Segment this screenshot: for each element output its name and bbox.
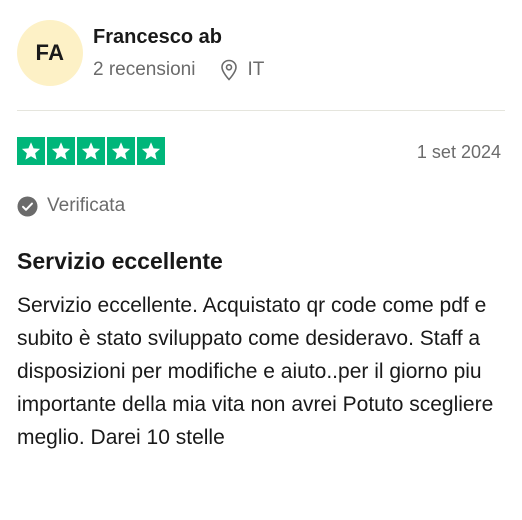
star-icon (77, 137, 105, 165)
review-card: FA Francesco ab 2 recensioni IT 1 set 20… (0, 0, 522, 520)
reviewer-meta: 2 recensioni IT (93, 58, 264, 82)
review-date: 1 set 2024 (416, 142, 501, 162)
review-body: Servizio eccellente. Acquistato qr code … (17, 294, 494, 449)
reviews-count: 2 recensioni (93, 59, 196, 80)
star-icon (137, 137, 165, 165)
divider (17, 110, 505, 111)
star-icon (107, 137, 135, 165)
star-icon (47, 137, 75, 165)
verified-badge[interactable]: Verificata (17, 195, 125, 217)
reviewer-name[interactable]: Francesco ab (93, 26, 222, 49)
verified-label: Verificata (47, 195, 126, 216)
reviewer-country: IT (247, 59, 265, 80)
avatar-initials: FA (35, 40, 65, 65)
star-icon (17, 137, 45, 165)
avatar[interactable]: FA (17, 20, 83, 86)
location-pin-icon (219, 59, 239, 81)
star-rating (17, 137, 167, 165)
check-circle-icon (17, 196, 38, 216)
review-title: Servizio eccellente (17, 248, 223, 274)
